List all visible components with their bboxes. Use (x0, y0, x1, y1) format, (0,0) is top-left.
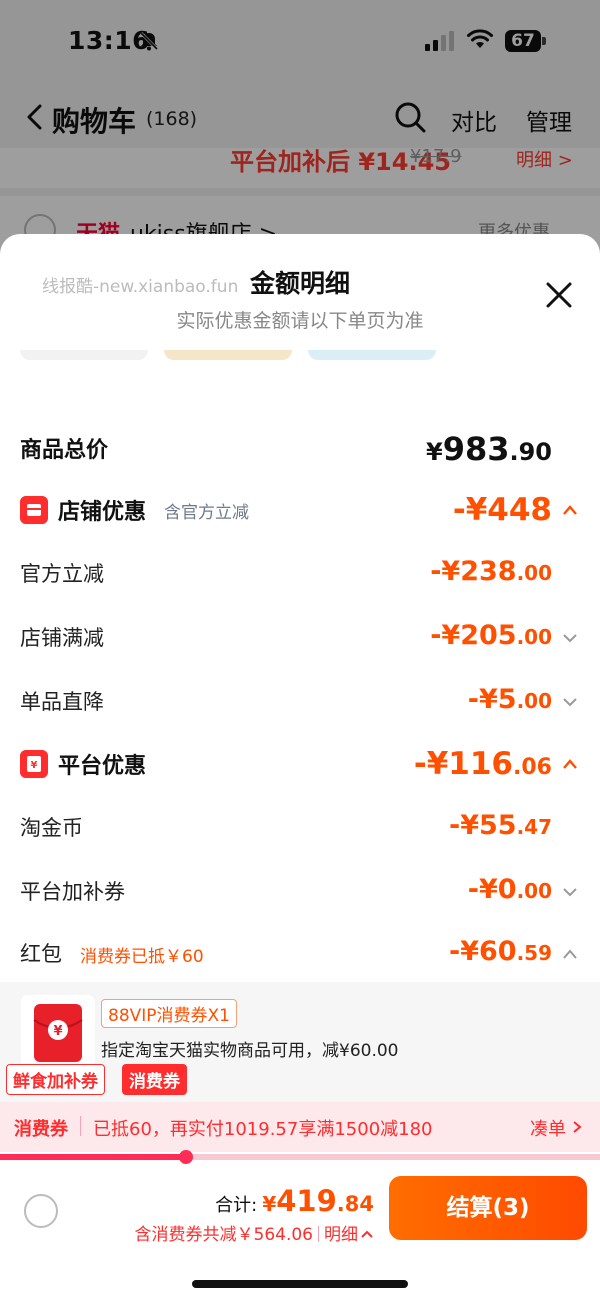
store-discount-note: 含官方立减 (164, 503, 249, 523)
consume-coupon-strip[interactable]: 消费券 已抵60，再实付1019.57享满1500减180 凑单 (0, 1102, 600, 1152)
store-full-reduction-label: 店铺满减 (20, 626, 104, 650)
row-store-discount[interactable]: 店铺优惠 含官方立减 -¥448 (0, 482, 600, 538)
official-discount-amount: -¥238.00 (430, 556, 552, 587)
chevron-up-icon[interactable] (562, 504, 578, 516)
saving-line[interactable]: 含消费券共减￥564.06 明细 (135, 1220, 374, 1245)
taojinbi-label: 淘金币 (20, 816, 83, 840)
coupon-progress-bar (0, 1150, 600, 1164)
product-thumbnail[interactable] (20, 350, 148, 360)
row-official-discount: 官方立减 -¥238.00 (0, 546, 600, 602)
goods-total-amount: ¥983.90 (425, 430, 552, 468)
consume-strip-label: 消费券 (14, 1119, 68, 1140)
red-envelope-icon: ¥ (20, 994, 96, 1070)
chevron-up-icon[interactable] (562, 948, 578, 960)
fresh-coupon-tag: 鲜食加补券 (6, 1064, 105, 1095)
coupon-progress-knob (179, 1150, 193, 1164)
chevron-down-icon[interactable] (562, 632, 578, 644)
product-thumbnail-strip[interactable] (0, 350, 600, 366)
svg-text:¥: ¥ (53, 1024, 62, 1039)
coupon-description: 指定淘宝天猫实物商品可用，减¥60.00 (101, 1041, 399, 1061)
row-platform-discount[interactable]: ¥ 平台优惠 -¥116.06 (0, 736, 600, 792)
select-all-checkbox[interactable] (24, 1194, 58, 1228)
platform-coupon-amount: -¥0.00 (467, 874, 552, 905)
consume-coupon-tag: 消费券 (122, 1064, 187, 1095)
official-discount-label: 官方立减 (20, 562, 104, 586)
single-drop-label: 单品直降 (20, 690, 104, 714)
saving-text: 含消费券共减￥564.06 (134, 1225, 313, 1245)
store-icon (20, 496, 48, 524)
home-indicator (192, 1280, 408, 1288)
row-platform-coupon[interactable]: 平台加补券 -¥0.00 (0, 864, 600, 920)
checkout-button[interactable]: 结算(3) (389, 1176, 587, 1240)
divider (318, 1226, 319, 1242)
platform-coupon-icon: ¥ (20, 750, 48, 778)
coupon-card: ¥ 88VIP消费券X1 指定淘宝天猫实物商品可用，减¥60.00 鲜食加补券 … (0, 982, 600, 1102)
sheet-title: 金额明细 (249, 269, 350, 298)
coupon-progress-fill (0, 1154, 186, 1160)
goods-total-label: 商品总价 (20, 438, 109, 463)
chevron-down-icon[interactable] (562, 696, 578, 708)
product-thumbnail[interactable] (164, 350, 292, 360)
checkout-bar: 合计: ¥419.84 含消费券共减￥564.06 明细 结算(3) (0, 1164, 600, 1300)
chevron-up-icon[interactable] (562, 758, 578, 770)
svg-text:¥: ¥ (31, 760, 38, 771)
red-packet-note: 消费券已抵￥60 (80, 947, 204, 967)
product-thumbnail[interactable] (308, 350, 436, 360)
amount-detail-sheet: 线报酷-new.xianbao.fun 金额明细 实际优惠金额请以下单页为准 商… (0, 234, 600, 1300)
total-dec: .84 (336, 1192, 374, 1216)
store-full-reduction-amount: -¥205.00 (430, 620, 552, 651)
total-currency: ¥ (262, 1192, 277, 1216)
row-red-packet[interactable]: 红包 消费券已抵￥60 -¥60.59 (0, 926, 600, 982)
divider (80, 1116, 81, 1136)
chevron-down-icon[interactable] (562, 886, 578, 898)
store-discount-amount: -¥448 (452, 492, 552, 528)
total-label: 合计: (215, 1195, 258, 1216)
row-goods-total: 商品总价 ¥983.90 (0, 420, 600, 476)
red-packet-amount: -¥60.59 (448, 936, 552, 967)
row-store-full-reduction[interactable]: 店铺满减 -¥205.00 (0, 610, 600, 666)
add-items-button[interactable]: 凑单 (530, 1115, 566, 1141)
close-icon[interactable] (544, 280, 574, 310)
taojinbi-amount: -¥55.47 (448, 810, 552, 841)
chevron-up-icon[interactable] (360, 1229, 374, 1239)
red-packet-label: 红包 (20, 942, 62, 966)
chevron-right-icon (573, 1121, 582, 1133)
consume-strip-text: 已抵60，再实付1019.57享满1500减180 (93, 1119, 433, 1140)
total-int: 419 (276, 1184, 337, 1218)
single-drop-amount: -¥5.00 (467, 684, 552, 715)
platform-discount-amount: -¥116.06 (413, 746, 552, 782)
detail-link[interactable]: 明细 (324, 1225, 358, 1245)
store-discount-label: 店铺优惠 (58, 500, 147, 525)
row-taojinbi: 淘金币 -¥55.47 (0, 800, 600, 856)
row-single-drop[interactable]: 单品直降 -¥5.00 (0, 674, 600, 730)
total-line: 合计: ¥419.84 (215, 1184, 374, 1218)
sheet-subtitle: 实际优惠金额请以下单页为准 (176, 310, 424, 332)
platform-discount-label: 平台优惠 (58, 754, 147, 779)
platform-coupon-label: 平台加补券 (20, 880, 125, 904)
coupon-badge: 88VIP消费券X1 (101, 999, 237, 1028)
